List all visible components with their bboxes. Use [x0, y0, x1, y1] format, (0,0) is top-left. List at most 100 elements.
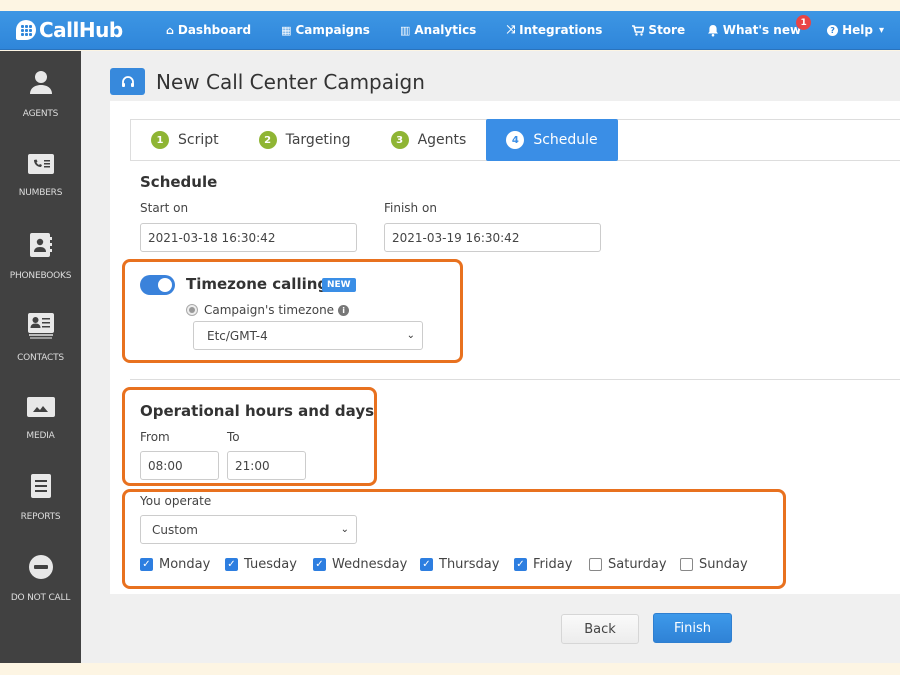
- nav-whats-new[interactable]: What's new 1: [707, 15, 812, 37]
- sidebar-item-media[interactable]: MEDIA: [0, 397, 81, 442]
- info-icon[interactable]: i: [338, 305, 350, 316]
- operational-hours-heading: Operational hours and days: [140, 402, 375, 420]
- input-value: 2021-03-19 16:30:42: [392, 230, 520, 245]
- cart-icon: [632, 24, 645, 36]
- campaign-form-card: 1 Script 2 Targeting 3 Agents 4 Schedule…: [110, 101, 900, 594]
- headset-icon: [110, 68, 145, 95]
- timezone-calling-toggle[interactable]: [140, 275, 175, 295]
- callhub-logo[interactable]: CallHub: [16, 18, 136, 42]
- step-schedule[interactable]: 4 Schedule: [486, 119, 618, 161]
- chevron-down-icon: ⌄: [406, 330, 415, 341]
- step-label: Schedule: [533, 132, 598, 148]
- sidebar-item-agents[interactable]: AGENTS: [0, 69, 81, 120]
- sidebar-label: REPORTS: [20, 512, 61, 522]
- finish-on-input[interactable]: 2021-03-19 16:30:42: [384, 223, 601, 252]
- nav-label: Analytics: [414, 23, 477, 37]
- sidebar-label: MEDIA: [26, 431, 55, 441]
- from-time-input[interactable]: 08:00: [140, 451, 219, 480]
- input-value: 21:00: [235, 458, 270, 473]
- bell-icon: [707, 24, 718, 36]
- step-number: 4: [506, 131, 525, 149]
- you-operate-select[interactable]: Custom ⌄: [140, 515, 357, 544]
- chevron-down-icon: ⌄: [340, 524, 349, 535]
- step-agents[interactable]: 3 Agents: [371, 120, 487, 160]
- main-content: New Call Center Campaign 1 Script 2 Targ…: [81, 51, 900, 663]
- person-icon: [29, 71, 52, 94]
- finish-button[interactable]: Finish: [653, 613, 732, 643]
- step-label: Targeting: [285, 132, 351, 148]
- step-label: Script: [178, 132, 219, 148]
- checkbox-unchecked[interactable]: [680, 558, 693, 571]
- day-friday[interactable]: ✓ Friday: [514, 557, 572, 572]
- contact-card-icon: [27, 313, 54, 339]
- campaign-timezone-radio[interactable]: [186, 304, 198, 316]
- timezone-select[interactable]: Etc/GMT-4 ⌄: [193, 321, 423, 350]
- address-book-icon: [29, 233, 52, 257]
- day-monday[interactable]: ✓ Monday: [140, 557, 210, 572]
- day-sunday[interactable]: Sunday: [680, 557, 748, 572]
- question-circle-icon: ?: [827, 24, 839, 36]
- nav-store[interactable]: Store: [632, 23, 685, 37]
- brand-name: CallHub: [39, 18, 123, 42]
- sidebar-label: PHONEBOOKS: [9, 271, 72, 281]
- day-wednesday[interactable]: ✓ Wednesday: [313, 557, 407, 572]
- start-on-label: Start on: [140, 201, 189, 215]
- sidebar-item-contacts[interactable]: CONTACTS: [0, 313, 81, 364]
- day-tuesday[interactable]: ✓ Tuesday: [225, 557, 297, 572]
- chevron-down-icon: ▾: [878, 24, 884, 36]
- campaign-timezone-label: Campaign's timezone i: [204, 303, 350, 317]
- input-value: 08:00: [148, 458, 183, 473]
- phone-list-icon: [27, 154, 54, 174]
- nav-integrations[interactable]: ⤨ Integrations: [506, 23, 602, 37]
- checkbox-checked[interactable]: ✓: [514, 558, 527, 571]
- logo-icon: [16, 20, 36, 40]
- day-label: Thursday: [439, 557, 500, 572]
- select-value: Etc/GMT-4: [207, 328, 268, 343]
- toggle-knob: [158, 278, 172, 292]
- sidebar-item-reports[interactable]: REPORTS: [0, 474, 81, 523]
- checkbox-checked[interactable]: ✓: [140, 558, 153, 571]
- shuffle-icon: ⤨: [506, 23, 516, 36]
- back-button[interactable]: Back: [561, 614, 639, 644]
- to-time-input[interactable]: 21:00: [227, 451, 306, 480]
- sidebar-item-phonebooks[interactable]: PHONEBOOKS: [0, 233, 81, 282]
- sidebar-item-numbers[interactable]: NUMBERS: [0, 154, 81, 199]
- from-label: From: [140, 430, 170, 444]
- sidebar-item-do-not-call[interactable]: DO NOT CALL: [0, 555, 81, 604]
- table-icon: ▦: [281, 23, 292, 37]
- nav-analytics[interactable]: ▥ Analytics: [400, 23, 476, 37]
- step-script[interactable]: 1 Script: [131, 120, 239, 160]
- notification-badge: 1: [796, 15, 812, 30]
- day-label: Monday: [159, 557, 211, 572]
- day-thursday[interactable]: ✓ Thursday: [420, 557, 499, 572]
- nav-label: Help: [842, 23, 873, 37]
- day-saturday[interactable]: Saturday: [589, 557, 667, 572]
- page-title: New Call Center Campaign: [156, 69, 425, 94]
- step-targeting[interactable]: 2 Targeting: [239, 120, 371, 160]
- step-number: 3: [390, 131, 409, 149]
- checkbox-unchecked[interactable]: [589, 558, 602, 571]
- block-icon: [28, 555, 53, 579]
- to-label: To: [227, 430, 240, 444]
- step-number: 2: [258, 131, 277, 149]
- page-header: New Call Center Campaign: [110, 68, 425, 95]
- checkbox-checked[interactable]: ✓: [225, 558, 238, 571]
- nav-campaigns[interactable]: ▦ Campaigns: [281, 23, 370, 37]
- day-label: Wednesday: [332, 557, 408, 572]
- timezone-calling-label: Timezone calling: [186, 275, 329, 293]
- sidebar-label: NUMBERS: [18, 188, 63, 198]
- new-badge: NEW: [322, 278, 356, 292]
- checkbox-checked[interactable]: ✓: [313, 558, 326, 571]
- step-label: Agents: [417, 132, 467, 148]
- nav-dashboard[interactable]: ⌂ Dashboard: [166, 23, 251, 37]
- form-footer: Back Finish: [110, 594, 900, 663]
- checkbox-checked[interactable]: ✓: [420, 558, 433, 571]
- step-number: 1: [151, 131, 169, 149]
- nav-help[interactable]: ? Help ▾: [827, 23, 884, 37]
- wizard-steps: 1 Script 2 Targeting 3 Agents 4 Schedule: [130, 119, 900, 161]
- report-icon: [30, 474, 51, 498]
- start-on-input[interactable]: 2021-03-18 16:30:42: [140, 223, 357, 252]
- nav-label: Campaigns: [295, 23, 370, 37]
- image-icon: [26, 397, 55, 417]
- sidebar-label: AGENTS: [22, 109, 59, 119]
